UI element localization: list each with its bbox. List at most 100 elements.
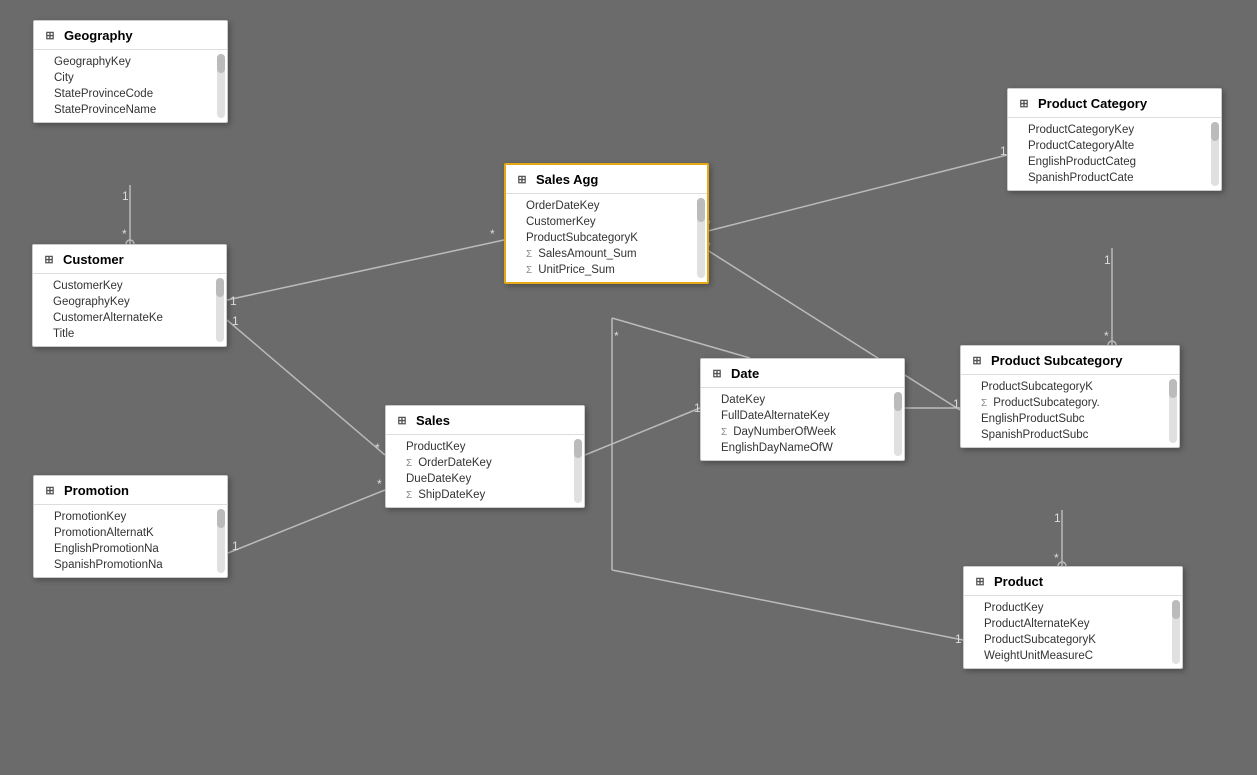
field-row: SpanishProductSubc: [961, 427, 1179, 443]
table-icon: ⊞: [709, 365, 725, 381]
date-table[interactable]: ⊞ Date DateKey FullDateAlternateKey ΣDay…: [700, 358, 905, 461]
product-category-title: Product Category: [1038, 96, 1147, 111]
field-name: SalesAmount_Sum: [538, 248, 636, 260]
product-category-table[interactable]: ⊞ Product Category ProductCategoryKey Pr…: [1007, 88, 1222, 191]
product-table[interactable]: ⊞ Product ProductKey ProductAlternateKey…: [963, 566, 1183, 669]
product-subcategory-header: ⊞ Product Subcategory: [961, 346, 1179, 375]
sales-table[interactable]: ⊞ Sales ProductKey Σ OrderDateKey DueDate…: [385, 405, 585, 508]
field-name: FullDateAlternateKey: [721, 410, 830, 422]
svg-text:*: *: [1104, 329, 1109, 343]
field-name: EnglishPromotionNa: [54, 543, 159, 555]
sales-title: Sales: [416, 413, 450, 428]
scrollbar[interactable]: [216, 278, 224, 342]
product-header: ⊞ Product: [964, 567, 1182, 596]
field-name: CustomerKey: [526, 216, 596, 228]
field-name: ProductSubcategoryK: [984, 634, 1096, 646]
table-icon: ⊞: [41, 251, 57, 267]
scrollbar[interactable]: [217, 54, 225, 118]
field-row: ProductSubcategoryK: [961, 379, 1179, 395]
field-row: EnglishPromotionNa: [34, 541, 227, 557]
product-subcategory-table[interactable]: ⊞ Product Subcategory ProductSubcategory…: [960, 345, 1180, 448]
field-name: ProductAlternateKey: [984, 618, 1089, 630]
field-name: Title: [53, 328, 74, 340]
sales-agg-header: ⊞ Sales Agg: [506, 165, 707, 194]
field-row: GeographyKey: [33, 294, 226, 310]
field-name: StateProvinceName: [54, 104, 156, 116]
svg-text:*: *: [375, 441, 380, 455]
scrollbar[interactable]: [1211, 122, 1219, 186]
field-name: ProductCategoryAlte: [1028, 140, 1134, 152]
field-row: PromotionAlternatK: [34, 525, 227, 541]
table-icon: ⊞: [394, 412, 410, 428]
scrollbar[interactable]: [894, 392, 902, 456]
field-name: StateProvinceCode: [54, 88, 153, 100]
geography-table[interactable]: ⊞ Geography GeographyKey City StateProvi…: [33, 20, 228, 123]
field-name: OrderDateKey: [418, 457, 492, 469]
sigma-icon: Σ: [406, 458, 412, 469]
svg-text:*: *: [1054, 551, 1059, 565]
field-row: CustomerKey: [506, 214, 707, 230]
date-title: Date: [731, 366, 759, 381]
field-row: SpanishPromotionNa: [34, 557, 227, 573]
product-body: ProductKey ProductAlternateKey ProductSu…: [964, 596, 1182, 668]
field-name: ProductSubcategoryK: [981, 381, 1093, 393]
product-title: Product: [994, 574, 1043, 589]
field-row: SpanishProductCate: [1008, 170, 1221, 186]
promotion-header: ⊞ Promotion: [34, 476, 227, 505]
product-category-body: ProductCategoryKey ProductCategoryAlte E…: [1008, 118, 1221, 190]
sales-agg-title: Sales Agg: [536, 172, 598, 187]
promotion-body: PromotionKey PromotionAlternatK EnglishP…: [34, 505, 227, 577]
field-name: SpanishProductCate: [1028, 172, 1133, 184]
field-name: CustomerAlternateKe: [53, 312, 163, 324]
customer-body: CustomerKey GeographyKey CustomerAlterna…: [33, 274, 226, 346]
field-row: EnglishDayNameOfW: [701, 440, 904, 456]
field-name: PromotionKey: [54, 511, 126, 523]
customer-title: Customer: [63, 252, 124, 267]
diagram-canvas: 1 * 1 * 1 * 1 * * 1 * 1 * 1 1 *: [0, 0, 1257, 775]
promotion-table[interactable]: ⊞ Promotion PromotionKey PromotionAltern…: [33, 475, 228, 578]
product-subcategory-title: Product Subcategory: [991, 353, 1122, 368]
table-icon: ⊞: [42, 482, 58, 498]
svg-text:*: *: [614, 329, 619, 343]
svg-text:1: 1: [1000, 144, 1007, 158]
field-row: FullDateAlternateKey: [701, 408, 904, 424]
field-name: CustomerKey: [53, 280, 123, 292]
table-icon: ⊞: [972, 573, 988, 589]
scrollbar[interactable]: [1169, 379, 1177, 443]
customer-table[interactable]: ⊞ Customer CustomerKey GeographyKey Cust…: [32, 244, 227, 347]
table-icon: ⊞: [514, 171, 530, 187]
sales-agg-table[interactable]: ⊞ Sales Agg OrderDateKey CustomerKey Pro…: [504, 163, 709, 284]
field-name: ProductSubcategoryK: [526, 232, 638, 244]
field-row: ProductAlternateKey: [964, 616, 1182, 632]
field-row: GeographyKey: [34, 54, 227, 70]
product-category-header: ⊞ Product Category: [1008, 89, 1221, 118]
scrollbar[interactable]: [574, 439, 582, 503]
field-row: ProductSubcategoryK: [506, 230, 707, 246]
scrollbar[interactable]: [217, 509, 225, 573]
svg-text:*: *: [122, 227, 127, 241]
svg-text:1: 1: [232, 314, 239, 328]
svg-text:1: 1: [230, 294, 237, 308]
field-row: DueDateKey: [386, 471, 584, 487]
field-row: ΣUnitPrice_Sum: [506, 262, 707, 278]
field-row: ProductKey: [386, 439, 584, 455]
field-name: EnglishProductCateg: [1028, 156, 1136, 168]
field-row: OrderDateKey: [506, 198, 707, 214]
field-name: ShipDateKey: [418, 489, 485, 501]
field-name: GeographyKey: [53, 296, 130, 308]
field-name: PromotionAlternatK: [54, 527, 154, 539]
field-row: ΣProductSubcategory.: [961, 395, 1179, 411]
field-name: UnitPrice_Sum: [538, 264, 615, 276]
field-row: WeightUnitMeasureC: [964, 648, 1182, 664]
scrollbar[interactable]: [697, 198, 705, 278]
date-header: ⊞ Date: [701, 359, 904, 388]
field-name: SpanishPromotionNa: [54, 559, 163, 571]
table-icon: ⊞: [969, 352, 985, 368]
customer-header: ⊞ Customer: [33, 245, 226, 274]
svg-text:1: 1: [955, 632, 962, 646]
sigma-icon: Σ: [981, 398, 987, 409]
svg-text:1: 1: [1054, 511, 1061, 525]
scrollbar[interactable]: [1172, 600, 1180, 664]
field-row: StateProvinceName: [34, 102, 227, 118]
field-row: ProductSubcategoryK: [964, 632, 1182, 648]
